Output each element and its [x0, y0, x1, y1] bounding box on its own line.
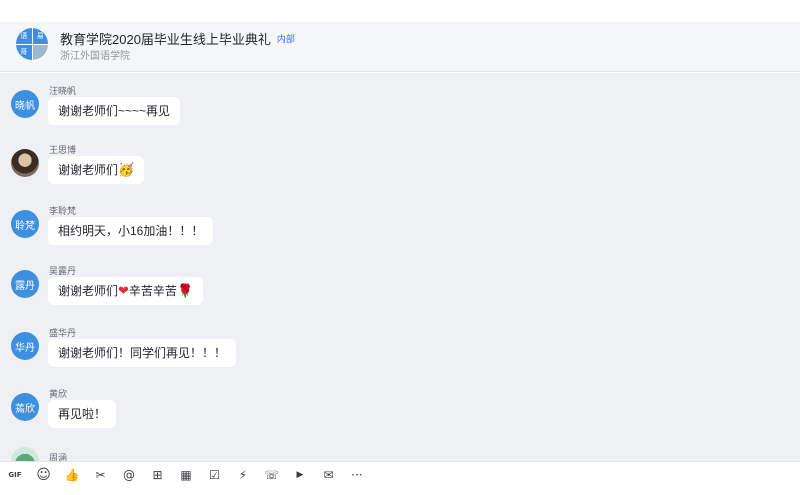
message-bubble[interactable]: 相约明天，小16加油！！！ — [48, 217, 214, 245]
sender-name: 汪晓帆 — [49, 86, 77, 96]
rose-emoji-icon: 🌹 — [176, 284, 194, 299]
window-top-bar — [0, 0, 800, 22]
chat-title[interactable]: 教育学院2020届毕业生线上毕业典礼 — [60, 29, 271, 48]
message-list[interactable]: 晓帆 汪晓帆 谢谢老师们~~~~再见 王思博 谢谢老师们🥳 聆梵 李聆梵 相约明… — [0, 73, 800, 461]
avatar[interactable]: 聆梵 — [11, 210, 39, 238]
sender-name: 黄欣 — [49, 389, 68, 399]
phone-icon[interactable]: ☏ — [259, 462, 285, 488]
message-text: 再见啦！ — [58, 407, 107, 421]
video-icon[interactable]: ▶ — [287, 462, 313, 488]
message-text: 谢谢老师们 — [58, 284, 119, 298]
avatar[interactable] — [11, 149, 39, 177]
message-text: 相约明天，小16加油！！！ — [58, 224, 204, 238]
avatar[interactable]: 蔫欣 — [11, 393, 39, 421]
message-text: 谢谢老师们！同学们再见！！！ — [58, 346, 227, 360]
chat-header: 语 易 哥 教育学院2020届毕业生线上毕业典礼 内部 浙江外国语学院 — [0, 22, 800, 72]
composer-toolbar: GIF ☺ 👍 ✂ @ ⊞ ▦ ☑ ⚡ ☏ ▶ ✉ ··· — [0, 461, 800, 487]
group-avatar-cell: 哥 — [16, 44, 32, 60]
party-face-emoji-icon: 🥳 — [118, 163, 135, 178]
message-bubble[interactable]: 再见啦！ — [48, 400, 117, 428]
emoji-icon[interactable]: ☺ — [31, 462, 57, 488]
internal-tag: 内部 — [276, 34, 295, 44]
mail-icon[interactable]: ✉ — [316, 462, 342, 488]
gif-icon[interactable]: GIF — [2, 462, 28, 488]
message-bubble[interactable]: 谢谢老师们！同学们再见！！！ — [48, 339, 237, 367]
sender-name: 王思博 — [49, 145, 77, 155]
calendar-icon[interactable]: ▦ — [173, 462, 199, 488]
group-avatar-cell: 语 — [16, 28, 32, 44]
chat-subtitle: 浙江外国语学院 — [60, 51, 130, 62]
avatar[interactable]: 晓帆 — [11, 90, 39, 118]
more-icon[interactable]: ··· — [344, 462, 370, 488]
message-bubble[interactable]: 谢谢老师们❤辛苦辛苦🌹 — [48, 277, 204, 305]
avatar[interactable]: 露丹 — [11, 270, 39, 298]
message-text: 谢谢老师们 — [58, 163, 119, 177]
at-mention-icon[interactable]: @ — [116, 462, 142, 488]
checkbox-icon[interactable]: ☑ — [202, 462, 228, 488]
message-text: 谢谢老师们~~~~再见 — [58, 104, 171, 118]
lightning-icon[interactable]: ⚡ — [230, 462, 256, 488]
message-bubble[interactable]: 谢谢老师们~~~~再见 — [48, 97, 181, 125]
heart-emoji-icon: ❤ — [118, 284, 129, 299]
thumbs-up-icon[interactable]: 👍 — [59, 462, 85, 488]
message-bubble[interactable]: 谢谢老师们🥳 — [48, 156, 145, 184]
sender-name: 盛华丹 — [49, 328, 77, 338]
group-avatar-cell: 易 — [32, 28, 48, 44]
avatar[interactable] — [11, 447, 39, 461]
message-input[interactable] — [0, 487, 800, 495]
scissors-icon[interactable]: ✂ — [88, 462, 114, 488]
add-file-icon[interactable]: ⊞ — [145, 462, 171, 488]
group-avatar[interactable]: 语 易 哥 — [16, 28, 48, 60]
sender-name: 周涵 — [49, 453, 68, 461]
sender-name: 李聆梵 — [49, 206, 77, 216]
group-avatar-cell — [32, 44, 48, 60]
avatar[interactable]: 华丹 — [11, 332, 39, 360]
sender-name: 吴露丹 — [49, 266, 77, 276]
message-text: 辛苦辛苦 — [128, 284, 177, 298]
